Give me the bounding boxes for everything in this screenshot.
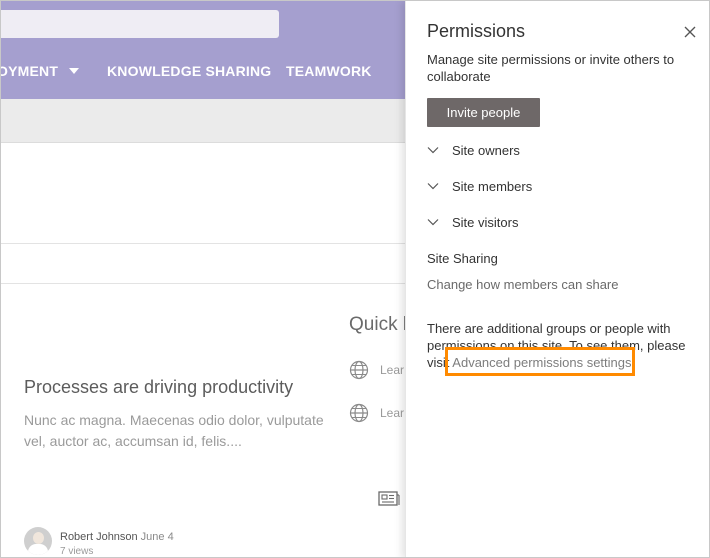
close-icon[interactable] — [683, 25, 697, 39]
chevron-down-icon — [427, 147, 439, 154]
news-title[interactable]: Processes are driving productivity — [24, 377, 293, 398]
news-date: June 4 — [140, 531, 174, 543]
globe-icon — [349, 360, 369, 380]
invite-people-button[interactable]: Invite people — [427, 98, 540, 127]
quick-link-label: Lear — [380, 406, 405, 420]
group-label: Site visitors — [452, 215, 519, 230]
panel-title: Permissions — [427, 21, 526, 41]
app-window: OYMENT KNOWLEDGE SHARING TEAMWORK Proces… — [0, 0, 710, 558]
permissions-panel: Permissions Manage site permissions or i… — [405, 1, 709, 557]
additional-permissions-text: There are additional groups or people wi… — [427, 320, 699, 371]
group-label: Site owners — [452, 143, 520, 158]
group-label: Site members — [452, 179, 533, 194]
nav-item-knowledge-sharing[interactable]: KNOWLEDGE SHARING — [107, 63, 271, 79]
news-views: 7 views — [60, 546, 94, 557]
news-icon[interactable] — [378, 490, 400, 508]
panel-description: Manage site permissions or invite others… — [427, 52, 675, 84]
quick-links-title: Quick l — [349, 314, 408, 335]
chevron-down-icon[interactable] — [69, 68, 79, 74]
news-description: Nunc ac magna. Maecenas odio dolor, vulp… — [24, 412, 324, 449]
search-input[interactable] — [1, 10, 279, 38]
globe-icon — [349, 403, 369, 423]
site-sharing-heading: Site Sharing — [427, 251, 498, 266]
change-sharing-link[interactable]: Change how members can share — [427, 277, 619, 292]
nav-item-teamwork[interactable]: TEAMWORK — [286, 63, 372, 79]
news-author: Robert Johnson June 4 — [60, 531, 174, 543]
quick-link-label: Lear — [380, 363, 405, 377]
chevron-down-icon — [427, 219, 439, 226]
author-name[interactable]: Robert Johnson — [60, 531, 138, 543]
nav-item-deployment[interactable]: OYMENT — [1, 63, 58, 79]
avatar — [24, 527, 52, 555]
advanced-permissions-link[interactable]: Advanced permissions settings. — [452, 355, 635, 370]
chevron-down-icon — [427, 183, 439, 190]
